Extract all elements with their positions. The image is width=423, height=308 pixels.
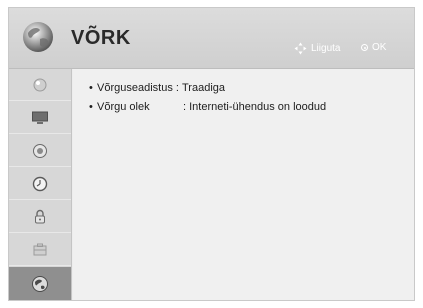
move-hint: Liiguta <box>294 42 340 55</box>
network-settings-window: VÕRK Liiguta OK • Võrguseadistus: Traad… <box>8 7 415 301</box>
sidebar-item-time[interactable] <box>9 168 71 200</box>
picture-icon <box>33 78 47 91</box>
network-info-panel: • Võrguseadistus : Traadiga • Võrgu olek… <box>73 69 414 300</box>
network-status-row: • Võrgu olek : Interneti-ühendus on lood… <box>89 101 326 113</box>
sidebar-item-audio[interactable] <box>9 135 71 167</box>
menu-sidebar <box>9 69 72 300</box>
menu-header: VÕRK Liiguta OK <box>9 8 414 69</box>
monitor-icon <box>32 111 48 124</box>
sidebar-item-options[interactable] <box>9 234 71 266</box>
ok-hint-label: OK <box>372 42 387 53</box>
network-setting-separator: : <box>172 82 182 94</box>
page-title: VÕRK <box>71 27 131 49</box>
globe-icon <box>23 22 53 52</box>
options-icon <box>33 243 47 255</box>
network-setting-row: • Võrguseadistus : Traadiga <box>89 82 225 94</box>
speaker-icon <box>33 143 47 158</box>
sidebar-item-network[interactable] <box>9 267 71 300</box>
network-icon <box>32 275 48 292</box>
sidebar-item-screen[interactable] <box>9 102 71 134</box>
lock-icon <box>35 209 45 223</box>
ok-button-icon <box>361 44 368 51</box>
network-status-label: Võrgu olek <box>97 101 150 113</box>
sidebar-item-lock[interactable] <box>9 201 71 233</box>
clock-icon <box>32 176 48 191</box>
ok-hint: OK <box>361 42 386 53</box>
network-setting-label: Võrguseadistus <box>97 82 173 94</box>
dpad-icon <box>294 42 307 55</box>
bullet-icon: • <box>89 82 93 94</box>
sidebar-item-picture[interactable] <box>9 69 71 101</box>
bullet-icon: • <box>89 101 93 113</box>
network-setting-value: Traadiga <box>182 82 226 94</box>
network-status-value: Interneti-ühendus on loodud <box>189 101 327 113</box>
move-hint-label: Liiguta <box>311 43 341 54</box>
